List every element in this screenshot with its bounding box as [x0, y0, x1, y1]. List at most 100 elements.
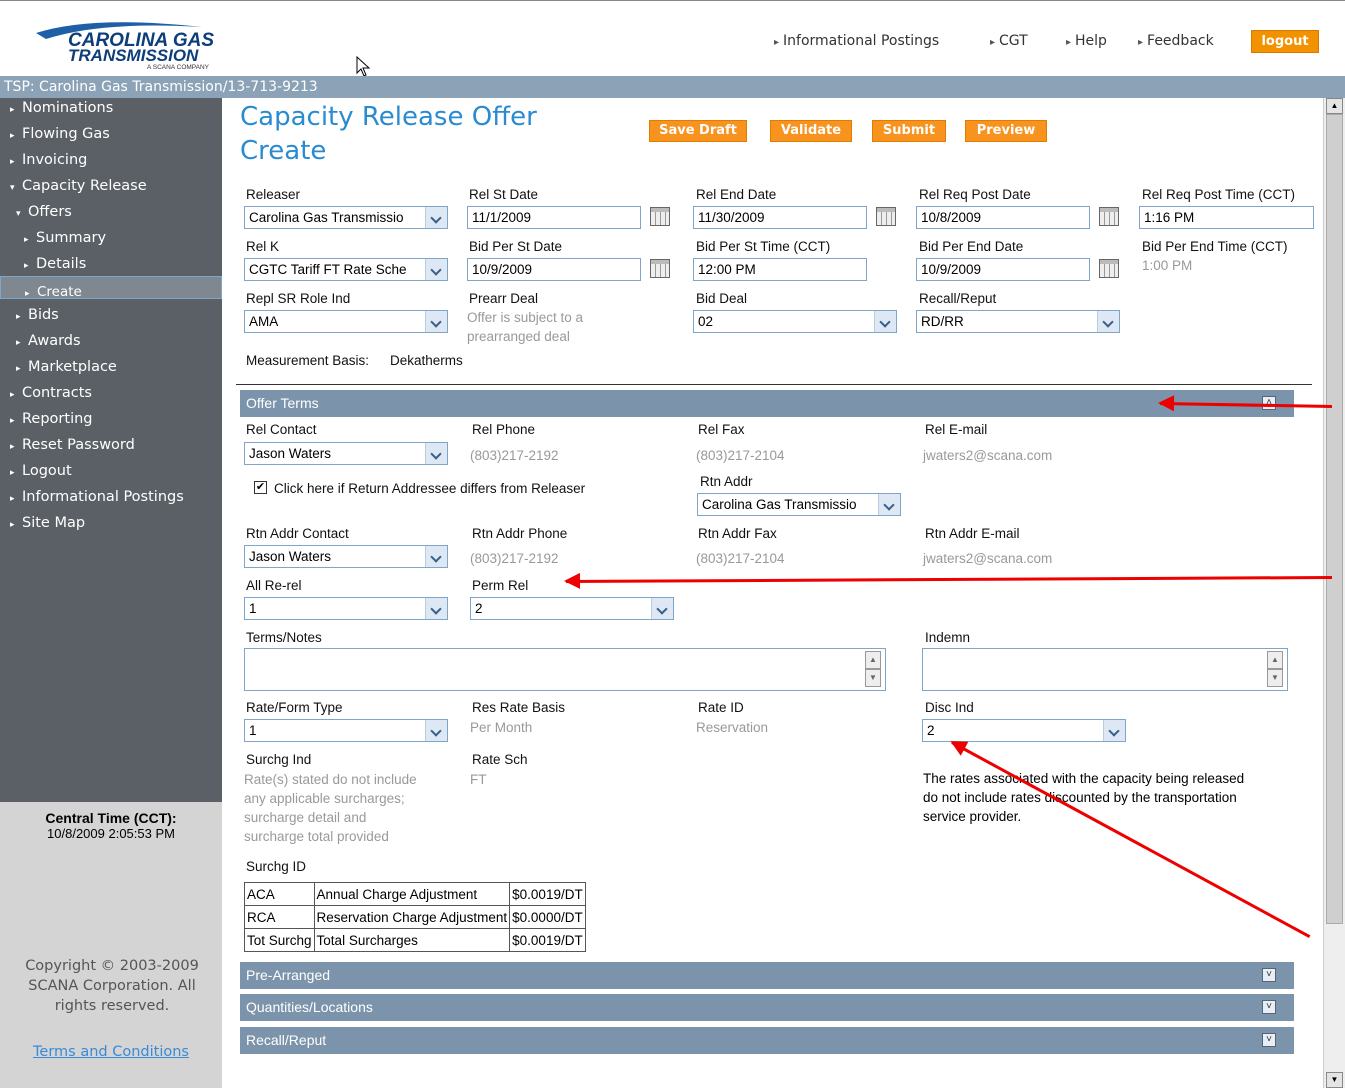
tsp-bar: TSP: Carolina Gas Transmission/13-713-92… — [0, 76, 1345, 98]
scroll-down-icon[interactable]: ▼ — [1326, 1072, 1343, 1088]
scrollbar-thumb[interactable] — [1326, 114, 1343, 924]
terms-link[interactable]: Terms and Conditions — [0, 1044, 222, 1060]
scroll-down-icon[interactable]: ▼ — [1267, 669, 1283, 687]
bid-per-st-date-input[interactable]: 10/9/2009 — [467, 258, 641, 281]
mouse-cursor-icon — [356, 56, 371, 77]
preview-button[interactable]: Preview — [965, 120, 1047, 142]
measurement-basis-value: Dekatherms — [390, 353, 463, 368]
recall-reput-select[interactable]: RD/RR — [916, 310, 1120, 333]
rate-sch-value: FT — [470, 772, 487, 787]
perm-rel-select[interactable]: 2 — [470, 597, 674, 620]
rel-req-post-date-input[interactable]: 10/8/2009 — [916, 206, 1090, 229]
scroll-up-icon[interactable]: ▲ — [1267, 651, 1283, 669]
chevron-down-icon — [425, 311, 447, 332]
calendar-icon[interactable] — [650, 259, 670, 278]
chevron-down-icon — [425, 598, 447, 619]
divider — [236, 384, 1312, 385]
return-addressee-label: Click here if Return Addressee differs f… — [274, 481, 586, 496]
releaser-select[interactable]: Carolina Gas Transmissio — [244, 206, 448, 229]
bid-deal-select[interactable]: 02 — [693, 310, 897, 333]
nav-details[interactable]: ▸ Details — [24, 252, 86, 276]
perm-rel-label: Perm Rel — [472, 578, 529, 593]
surchg-ind-label: Surchg Ind — [246, 752, 312, 767]
bid-per-st-time-input[interactable]: 12:00 PM — [693, 258, 867, 281]
return-addressee-checkbox[interactable]: ✔ — [254, 481, 267, 494]
rel-phone-label: Rel Phone — [472, 422, 536, 437]
rel-st-date-input[interactable]: 11/1/2009 — [467, 206, 641, 229]
link-cgt[interactable]: CGT — [990, 33, 1028, 49]
calendar-icon[interactable] — [1099, 207, 1119, 226]
calendar-icon[interactable] — [1099, 259, 1119, 278]
nav-site-map[interactable]: ▸ Site Map — [10, 511, 85, 535]
indemn-textarea[interactable]: ▲ ▼ — [922, 648, 1288, 691]
calendar-icon[interactable] — [650, 207, 670, 226]
nav-reset-password[interactable]: ▸ Reset Password — [10, 433, 135, 457]
expand-icon[interactable]: ˅ — [1262, 1033, 1276, 1047]
company-logo[interactable]: CAROLINA GAS TRANSMISSION A SCANA COMPAN… — [32, 19, 232, 71]
chevron-down-icon — [425, 207, 447, 228]
repl-sr-role-select[interactable]: AMA — [244, 310, 448, 333]
nav-invoicing[interactable]: ▸ Invoicing — [10, 148, 87, 172]
section-quantities-locations[interactable]: Quantities/Locations ˅ — [240, 994, 1294, 1021]
scroll-up-icon[interactable]: ▲ — [1326, 98, 1343, 114]
rel-contact-label: Rel Contact — [246, 422, 317, 437]
rel-req-post-time-label: Rel Req Post Time (CCT) — [1142, 187, 1296, 202]
chevron-down-icon — [1103, 720, 1125, 741]
recall-reput-label: Recall/Reput — [919, 291, 997, 306]
scroll-up-icon[interactable]: ▲ — [865, 651, 881, 669]
nav-nominations[interactable]: ▸ Nominations — [10, 96, 113, 120]
save-draft-button[interactable]: Save Draft — [649, 120, 747, 142]
rtn-email-label: Rtn Addr E-mail — [925, 526, 1020, 541]
terms-notes-textarea[interactable]: ▲ ▼ — [244, 648, 886, 691]
nav-flowing-gas[interactable]: ▸ Flowing Gas — [10, 122, 110, 146]
rtn-fax-value: (803)217-2104 — [696, 551, 785, 566]
rate-form-select[interactable]: 1 — [244, 719, 448, 742]
surcharge-table: ACA Annual Charge Adjustment $0.0019/DT RC… — [244, 882, 586, 952]
vertical-scrollbar[interactable]: ▲ ▼ — [1323, 98, 1345, 1088]
rate-sch-label: Rate Sch — [472, 752, 528, 767]
rel-end-date-input[interactable]: 11/30/2009 — [693, 206, 867, 229]
nav-create[interactable]: ▸ Create — [0, 276, 222, 299]
bid-per-end-time-value: 1:00 PM — [1142, 258, 1193, 273]
clock-value: 10/8/2009 2:05:53 PM — [47, 826, 175, 841]
rtn-contact-select[interactable]: Jason Waters — [244, 545, 448, 568]
rel-contact-select[interactable]: Jason Waters — [244, 442, 448, 465]
surchg-ind-line-1: Rate(s) stated do not include — [244, 772, 417, 787]
nav-contracts[interactable]: ▸ Contracts — [10, 381, 92, 405]
link-help[interactable]: Help — [1066, 33, 1107, 49]
section-pre-arranged[interactable]: Pre-Arranged ˅ — [240, 962, 1294, 989]
expand-icon[interactable]: ˅ — [1262, 968, 1276, 982]
validate-button[interactable]: Validate — [770, 120, 852, 142]
section-offer-terms[interactable]: Offer Terms ˄ — [240, 390, 1294, 417]
link-informational-postings[interactable]: Informational Postings — [774, 33, 939, 49]
rel-end-date-label: Rel End Date — [696, 187, 777, 202]
rel-req-post-date-label: Rel Req Post Date — [919, 187, 1031, 202]
nav-informational-postings[interactable]: ▸ Informational Postings — [10, 485, 184, 509]
link-feedback[interactable]: Feedback — [1138, 33, 1214, 49]
logout-button[interactable]: logout — [1251, 30, 1319, 53]
scroll-down-icon[interactable]: ▼ — [865, 669, 881, 687]
surchg-ind-line-4: surcharge total provided — [244, 829, 389, 844]
nav-summary[interactable]: ▸ Summary — [24, 226, 106, 250]
submit-button[interactable]: Submit — [872, 120, 946, 142]
all-rerel-select[interactable]: 1 — [244, 597, 448, 620]
chevron-down-icon — [425, 259, 447, 280]
bid-per-end-date-input[interactable]: 10/9/2009 — [916, 258, 1090, 281]
calendar-icon[interactable] — [876, 207, 896, 226]
section-recall-reput[interactable]: Recall/Reput ˅ — [240, 1027, 1294, 1054]
rel-req-post-time-input[interactable]: 1:16 PM — [1139, 206, 1314, 229]
nav-capacity-release[interactable]: ▾ Capacity Release — [10, 174, 147, 198]
nav-bids[interactable]: ▸ Bids — [16, 303, 59, 327]
header: CAROLINA GAS TRANSMISSION A SCANA COMPAN… — [0, 0, 1345, 77]
expand-icon[interactable]: ˅ — [1262, 1000, 1276, 1014]
nav-reporting[interactable]: ▸ Reporting — [10, 407, 93, 431]
rtn-addr-select[interactable]: Carolina Gas Transmissio — [697, 493, 901, 516]
rel-email-label: Rel E-mail — [925, 422, 988, 437]
prearr-deal-value-2: prearranged deal — [467, 329, 570, 344]
nav-marketplace[interactable]: ▸ Marketplace — [16, 355, 117, 379]
rel-k-select[interactable]: CGTC Tariff FT Rate Sche — [244, 258, 448, 281]
nav-offers[interactable]: ▾ Offers — [16, 200, 72, 224]
rate-id-label: Rate ID — [698, 700, 744, 715]
nav-logout[interactable]: ▸ Logout — [10, 459, 72, 483]
nav-awards[interactable]: ▸ Awards — [16, 329, 81, 353]
